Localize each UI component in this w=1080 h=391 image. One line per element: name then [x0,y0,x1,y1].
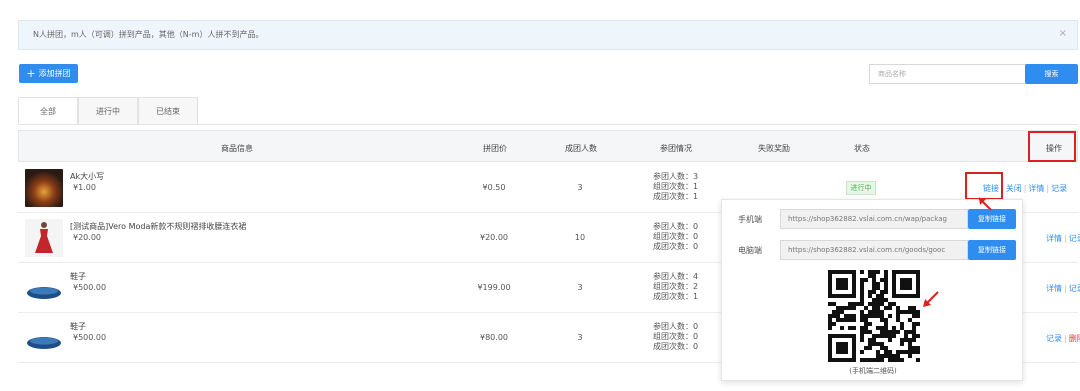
notice-text: N人拼团，m人（可调）拼到产品，其他（N-m）人拼不到产品。 [33,30,264,39]
group-price: ¥20.00 [480,233,508,242]
product-price: ¥500.00 [73,283,107,292]
participation-stats: 参团人数：0 组团次数：0 成团次数：0 [653,222,698,252]
red-arrow-icon [978,197,992,211]
mobile-label: 手机端 [738,215,762,224]
stat-line: 参团人数：0 [653,322,699,331]
product-image [25,269,63,307]
table-header: 商品信息 拼团价 成团人数 参团情况 失败奖励 状态 操作 [18,130,1078,162]
pc-url-field[interactable]: https://shop362882.vslai.com.cn/goods/go… [780,240,968,260]
stat-line: 组团次数：0 [653,332,699,341]
separator: | [1064,334,1067,343]
red-arrow-icon [923,291,939,307]
product-name[interactable]: 鞋子 [70,321,86,332]
page: N人拼团，m人（可调）拼到产品，其他（N-m）人拼不到产品。 × + 添加拼团 … [0,0,1080,391]
detail-action[interactable]: 详情 [1046,234,1062,243]
separator: | [1064,234,1067,243]
product-price: ¥500.00 [73,333,107,342]
participation-stats: 参团人数：4 组团次数：2 成团次数：1 [653,272,698,302]
product-name[interactable]: Ak大小写 [70,171,104,182]
product-name[interactable]: [测试商品]Vero Moda新款不规则褶排收腰连衣裙 [70,221,246,232]
stat-line: 参团人数：3 [653,172,699,181]
separator: | [1064,284,1067,293]
record-action[interactable]: 记录 [1051,184,1067,193]
copy-pc-link-button[interactable]: 复制链接 [968,240,1016,260]
product-name[interactable]: 鞋子 [70,271,86,282]
close-icon[interactable]: × [1059,28,1067,39]
header-reward: 失败奖励 [758,144,790,153]
row-actions: 详情|记录 [1045,233,1080,244]
group-price: ¥0.50 [482,183,506,192]
record-action[interactable]: 记录 [1046,334,1062,343]
product-price: ¥1.00 [73,183,96,192]
search-button[interactable]: 搜索 [1025,64,1078,84]
header-status: 状态 [854,144,870,153]
pc-label: 电脑端 [738,246,762,255]
record-action[interactable]: 记录 [1069,234,1080,243]
row-actions: 详情|记录 [1045,283,1080,294]
product-image [25,169,63,207]
group-size: 3 [577,333,583,342]
close-action[interactable]: 关闭 [1006,184,1022,193]
shoe-icon [27,337,61,349]
stat-line: 参团人数：0 [653,222,699,231]
add-group-button[interactable]: + 添加拼团 [19,64,78,83]
participation-stats: 参团人数：3 组团次数：1 成团次数：1 [653,172,698,202]
link-popup: 手机端 https://shop362882.vslai.com.cn/wap/… [721,199,1023,381]
group-price: ¥80.00 [480,333,508,342]
detail-action[interactable]: 详情 [1028,184,1044,193]
row-actions: 记录|删除 [1045,333,1080,344]
stat-line: 参团人数：4 [653,272,699,281]
qr-code-image [828,270,920,362]
group-size: 3 [577,283,583,292]
dress-icon [35,222,53,253]
search-input[interactable]: 商品名称 [869,64,1026,84]
tab-all[interactable]: 全部 [18,97,78,124]
notice-bar: N人拼团，m人（可调）拼到产品，其他（N-m）人拼不到产品。 × [18,20,1078,50]
group-size: 10 [574,233,586,242]
delete-action[interactable]: 删除 [1069,334,1080,343]
separator: | [1023,184,1027,193]
ops-highlight-box [1028,131,1076,162]
participation-stats: 参团人数：0 组团次数：0 成团次数：0 [653,322,698,352]
stat-line: 成团次数：1 [653,292,699,301]
header-size: 成团人数 [565,144,597,153]
header-participation: 参团情况 [660,144,692,153]
tab-bar: 全部 进行中 已结束 [18,97,198,124]
tab-divider [18,124,1078,125]
tab-ended[interactable]: 已结束 [138,97,198,124]
stat-line: 组团次数：2 [653,282,699,291]
stat-line: 成团次数：1 [653,192,699,201]
plus-icon: + [26,66,36,80]
product-image [25,219,63,257]
status-badge: 进行中 [846,181,876,195]
separator: | [1046,184,1050,193]
stat-line: 成团次数：0 [653,242,699,251]
stat-line: 成团次数：0 [653,342,699,351]
product-price: ¥20.00 [73,233,101,242]
record-action[interactable]: 记录 [1069,284,1080,293]
stat-line: 组团次数：0 [653,232,699,241]
group-size: 3 [577,183,583,192]
product-image [25,319,63,357]
header-price: 拼团价 [483,144,507,153]
stat-line: 组团次数：1 [653,182,699,191]
header-product: 商品信息 [221,144,253,153]
detail-action[interactable]: 详情 [1046,284,1062,293]
mobile-url-field[interactable]: https://shop362882.vslai.com.cn/wap/pack… [780,209,968,229]
qr-caption: (手机端二维码) [849,367,897,375]
shoe-icon [27,287,61,299]
group-price: ¥199.00 [477,283,511,292]
add-group-label: 添加拼团 [38,69,71,78]
tab-ongoing[interactable]: 进行中 [78,97,138,124]
